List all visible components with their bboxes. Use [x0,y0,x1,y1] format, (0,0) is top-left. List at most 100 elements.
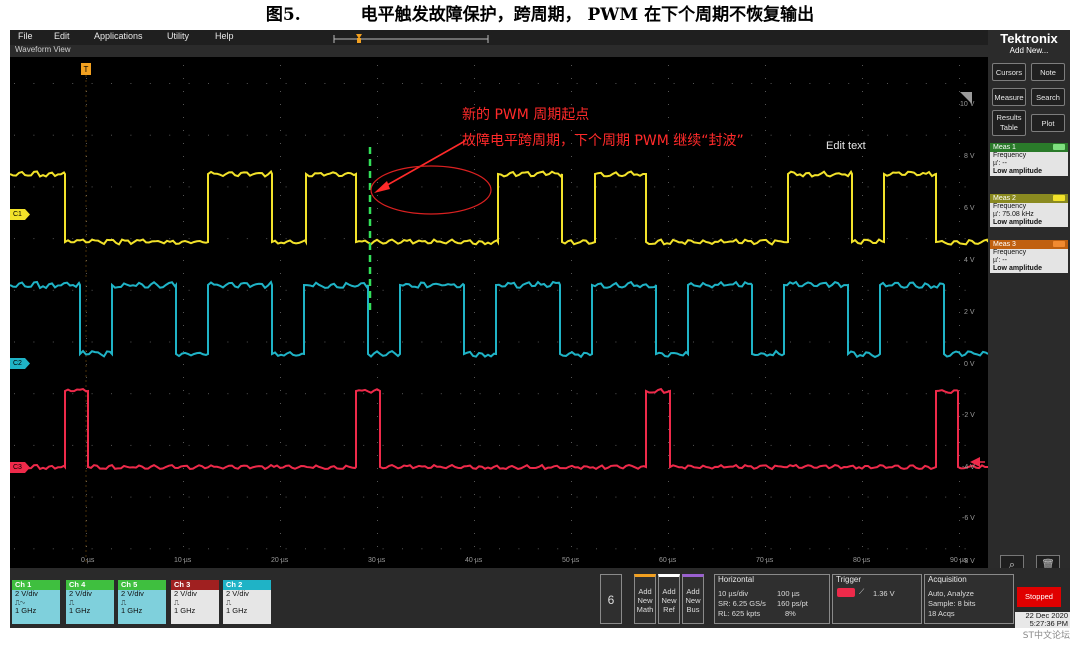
time-label: 80 µs [853,557,871,564]
add-new-ref-button[interactable]: Add New Ref [658,574,680,624]
meas-2-status: Low amplitude [993,219,1042,226]
run-stop-status[interactable]: Stopped [1017,587,1061,607]
waveform-display[interactable]: T 新的 PWM 周期起点 故障电平跨周期，下个周期 PWM 继续“封波” Ed… [10,57,988,568]
right-panel: Tektronix Add New... Cursors Note Measur… [988,30,1070,573]
waveform-view-header: Waveform View [10,45,988,57]
acquisition-mode: Auto, Analyze [928,589,974,598]
time-label: 0 µs [81,557,95,564]
results-table-button[interactable]: Results Table [992,110,1026,136]
time-label: 60 µs [659,557,677,564]
meas-1-status: Low amplitude [993,168,1042,175]
meas-1-title: Meas 1 [993,144,1016,151]
meas-3-badge[interactable]: Meas 3 Frequency µ': -- Low amplitude [990,240,1068,273]
horizontal-scale: 10 µs/div [718,589,749,598]
volt-label: 6 V [964,205,975,212]
meas-2-value: µ': 75.08 kHz [993,211,1034,218]
note-button[interactable]: Note [1031,63,1065,81]
waveform-view-title: Waveform View [15,45,71,54]
trigger-panel[interactable]: Trigger ⟋ 1.36 V [832,574,922,624]
ch5-bandwidth: 1 GHz [121,606,143,615]
trigger-title: Trigger [836,575,862,584]
menu-file[interactable]: File [18,31,33,41]
ch1-badge[interactable]: Ch 1 2 V/div ⎍∿ 1 GHz [12,580,60,624]
time-label: 90 µs [950,557,968,564]
ch1-bandwidth: 1 GHz [15,606,37,615]
meas-1-name: Frequency [993,152,1027,159]
volt-label: 0 V [964,361,975,368]
arrow-head [374,181,390,193]
ch2-badge[interactable]: Ch 2 2 V/div ⎍ 1 GHz [223,580,271,624]
meas-3-name: Frequency [993,249,1027,256]
channel-1-waveform [10,169,988,246]
sample-rate: SR: 6.25 GS/s [718,599,766,608]
oscilloscope-window: File Edit Applications Utility Help Wave… [10,30,1070,628]
ch3-bandwidth: 1 GHz [174,606,196,615]
figure-title: 电平触发故障保护，跨周期， PWM 在下个周期不恢复输出 [360,5,815,25]
time-label: 70 µs [756,557,774,564]
watermark: ST中文论坛 [1022,631,1070,641]
meas-3-title: Meas 3 [993,241,1016,248]
time-label: 30 µs [368,557,386,564]
ch3-badge[interactable]: Ch 3 2 V/div ⎍ 1 GHz [171,580,219,624]
time-label-clock: 5:27:36 PM [1029,619,1068,628]
meas-1-badge[interactable]: Meas 1 Frequency µ': -- Low amplitude [990,143,1068,176]
cursors-button[interactable]: Cursors [992,63,1026,81]
search-button[interactable]: Search [1031,88,1065,106]
time-label: 20 µs [271,557,289,564]
ch2-bandwidth: 1 GHz [226,606,248,615]
channel-2-waveform [10,280,988,359]
measure-button[interactable]: Measure [992,88,1026,106]
ch5-badge[interactable]: Ch 5 2 V/div ⎍ 1 GHz [118,580,166,624]
meas-1-value: µ': -- [993,160,1007,167]
volt-label: -2 V [962,412,975,419]
meas-3-status: Low amplitude [993,265,1042,272]
trigger-source-chip [837,588,855,597]
meas-3-value: µ': -- [993,257,1007,264]
record-length: RL: 625 kpts [718,609,761,618]
time-label: 10 µs [174,557,192,564]
horizontal-panel[interactable]: Horizontal 10 µs/div 100 µs SR: 6.25 GS/… [714,574,830,624]
datetime-display: 22 Dec 2020 5:27:36 PM [1015,612,1070,628]
acquisition-panel[interactable]: Acquisition Auto, Analyze Sample: 8 bits… [924,574,1014,624]
trigger-level: 1.36 V [873,589,895,598]
trigger-slope-icon: ⟋ [859,587,865,596]
channel-3-waveform [10,387,988,471]
menu-applications[interactable]: Applications [94,31,143,41]
acquisition-count: 18 Acqs [928,609,955,618]
channel-count-button[interactable]: 6 [600,574,622,624]
brand-logo: Tektronix [1000,31,1058,46]
add-new-bus-button[interactable]: Add New Bus [682,574,704,624]
volt-label: 2 V [964,309,975,316]
volt-label: -4 V [962,464,975,471]
add-new-math-button[interactable]: Add New Math [634,574,656,624]
fault-highlight-ellipse [370,165,492,215]
trigger-position-pct: 8% [785,609,796,618]
meas-2-title: Meas 2 [993,195,1016,202]
meas-2-badge[interactable]: Meas 2 Frequency µ': 75.08 kHz Low ampli… [990,194,1068,227]
volt-label: 8 V [964,153,975,160]
menu-help[interactable]: Help [215,31,234,41]
horizontal-title: Horizontal [718,575,755,584]
plot-button[interactable]: Plot [1031,114,1065,132]
svg-text:T: T [84,65,89,74]
sample-interval: 160 ps/pt [777,599,808,608]
acquisition-title: Acquisition [928,575,967,584]
bottom-settings-bar: Ch 1 2 V/div ⎍∿ 1 GHz Ch 4 2 V/div ⎍ 1 G… [10,568,1070,628]
horizontal-duration: 100 µs [777,589,800,598]
volt-label: 10 V [960,101,975,108]
ch4-badge[interactable]: Ch 4 2 V/div ⎍ 1 GHz [66,580,114,624]
acquisition-sample: Sample: 8 bits [928,599,976,608]
volt-label: 4 V [964,257,975,264]
annotation-line-1: 新的 PWM 周期起点 [462,107,590,123]
menu-bar: File Edit Applications Utility Help [10,30,988,45]
menu-utility[interactable]: Utility [167,31,189,41]
volt-label: -6 V [962,515,975,522]
menu-edit[interactable]: Edit [54,31,70,41]
meas-2-name: Frequency [993,203,1027,210]
annotation-arrow [381,140,466,189]
edit-text-label[interactable]: Edit text [826,140,866,152]
timeline-overview[interactable] [332,32,490,44]
add-new-label: Add New... [1009,46,1049,55]
figure-number: 图5. [265,5,301,25]
time-label: 40 µs [465,557,483,564]
